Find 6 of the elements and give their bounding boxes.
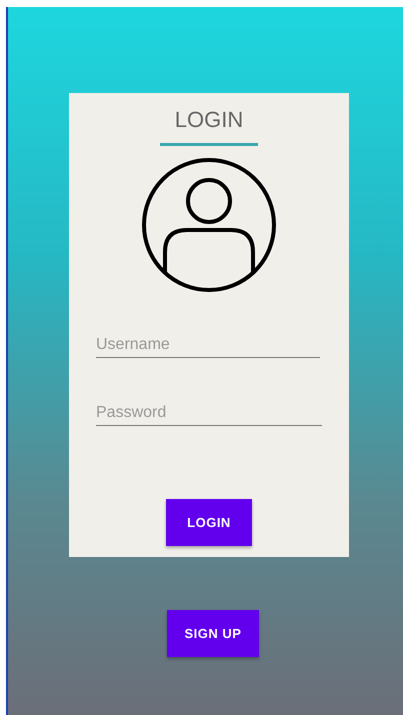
login-title: LOGIN: [174, 107, 244, 133]
username-field[interactable]: Username: [96, 336, 320, 358]
password-field[interactable]: Password: [96, 404, 322, 426]
user-avatar-icon: [141, 157, 277, 293]
login-button[interactable]: LOGIN: [166, 499, 252, 546]
sign-up-button[interactable]: SIGN UP: [167, 610, 259, 657]
